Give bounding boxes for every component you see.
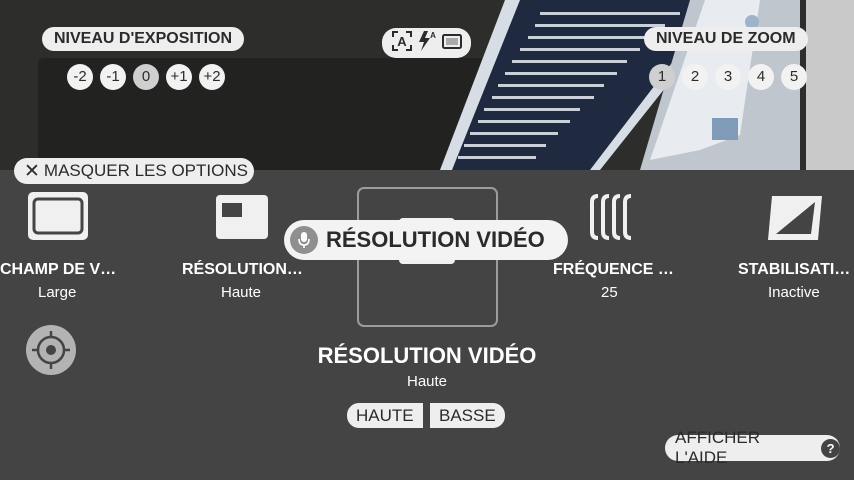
- exposure-level-plus-1[interactable]: +1: [166, 64, 192, 90]
- zoom-level-3[interactable]: 3: [715, 64, 741, 90]
- exposure-level-minus-1[interactable]: -1: [100, 64, 126, 90]
- zoom-level-4[interactable]: 4: [748, 64, 774, 90]
- option-value: 25: [601, 284, 618, 301]
- option-value: Large: [38, 284, 77, 301]
- exposure-level-0[interactable]: 0: [133, 64, 159, 90]
- zoom-levels: 1 2 3 4 5: [649, 64, 807, 90]
- zoom-label: NIVEAU DE ZOOM: [644, 27, 808, 51]
- zoom-level-2[interactable]: 2: [682, 64, 708, 90]
- voice-command-text: RÉSOLUTION VIDÉO: [326, 227, 545, 252]
- choice-high-button[interactable]: HAUTE: [347, 403, 423, 428]
- photo-resolution-icon: [215, 194, 269, 245]
- exposure-levels: -2 -1 0 +1 +2: [67, 64, 225, 90]
- camera-app-screen: NIVEAU D'EXPOSITION -2 -1 0 +1 +2 A A NI…: [0, 0, 854, 480]
- exposure-level-minus-2[interactable]: -2: [67, 64, 93, 90]
- frame-rate-icon: [589, 194, 633, 245]
- svg-text:A: A: [397, 34, 407, 49]
- option-value: Haute: [221, 284, 262, 301]
- camera-preview[interactable]: NIVEAU D'EXPOSITION -2 -1 0 +1 +2 A A NI…: [0, 0, 854, 170]
- hide-options-button[interactable]: ✕ MASQUER LES OPTIONS: [14, 158, 254, 184]
- stabilization-icon: [767, 194, 823, 247]
- microphone-icon: [290, 226, 318, 254]
- aspect-ratio-icon[interactable]: [441, 30, 463, 57]
- show-help-label: AFFICHER L'AIDE: [675, 428, 760, 467]
- option-value: Inactive: [768, 284, 820, 301]
- option-title: CHAMP DE V…: [0, 261, 117, 278]
- field-of-view-icon: [27, 191, 89, 246]
- option-title: RÉSOLUTION…: [182, 261, 303, 278]
- close-icon: ✕: [24, 160, 40, 182]
- option-title: STABILISATI…: [738, 261, 851, 278]
- hide-options-label: MASQUER LES OPTIONS: [43, 161, 248, 180]
- exposure-label: NIVEAU D'EXPOSITION: [42, 27, 245, 51]
- help-icon: ?: [821, 438, 840, 458]
- voice-command-bubble: RÉSOLUTION VIDÉO: [284, 220, 568, 260]
- auto-scene-icon[interactable]: A: [391, 30, 413, 57]
- zoom-level-5[interactable]: 5: [781, 64, 807, 90]
- svg-text:A: A: [430, 31, 436, 40]
- selected-option-value: Haute: [406, 373, 448, 390]
- flash-auto-icon[interactable]: A: [417, 30, 437, 57]
- option-title: FRÉQUENCE …: [553, 261, 674, 278]
- exposure-level-plus-2[interactable]: +2: [199, 64, 225, 90]
- selected-option-title: RÉSOLUTION VIDÉO: [317, 343, 537, 368]
- mode-icons-group: A A: [382, 28, 471, 58]
- preview-right-frame: [806, 0, 854, 170]
- zoom-level-1[interactable]: 1: [649, 64, 675, 90]
- choice-low-button[interactable]: BASSE: [430, 403, 505, 428]
- show-help-button[interactable]: AFFICHER L'AIDE ?: [665, 428, 840, 467]
